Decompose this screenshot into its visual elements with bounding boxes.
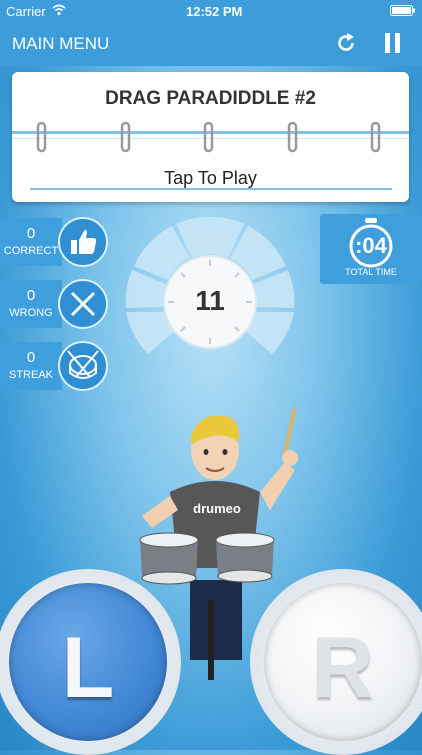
top-bar: Carrier 12:52 PM MAIN MENU: [0, 0, 422, 66]
drum-icon: [58, 341, 108, 391]
exercise-title: DRAG PARADIDDLE #2: [105, 88, 316, 109]
wrong-count: 0: [26, 287, 36, 304]
battery-icon: [390, 5, 415, 16]
shirt-logo-text: drumeo: [193, 501, 241, 516]
clock: 12:52 PM: [186, 4, 243, 19]
restart-icon[interactable]: [334, 31, 358, 55]
x-icon: [58, 279, 108, 329]
correct-stat: 0 CORRECT: [0, 217, 110, 267]
thumbs-up-icon: [58, 217, 108, 267]
streak-stat: 0 STREAK: [0, 341, 110, 391]
wrong-stat: 0 WRONG: [0, 279, 110, 329]
correct-label: CORRECT: [3, 245, 59, 257]
correct-count: 0: [26, 225, 36, 242]
carrier-label: Carrier: [6, 4, 46, 19]
main-menu-button[interactable]: MAIN MENU: [12, 34, 109, 54]
pause-icon[interactable]: [383, 32, 403, 54]
total-time-label: TOTAL TIME: [345, 267, 397, 277]
left-pad-label: L: [61, 620, 115, 716]
total-time-value: :04: [355, 233, 387, 258]
notation-staff: [12, 121, 409, 153]
exercise-card[interactable]: DRAG PARADIDDLE #2 Tap To Play: [12, 72, 409, 202]
progress-line: [30, 188, 392, 190]
tap-to-play-button[interactable]: Tap To Play: [12, 168, 409, 189]
countdown-number: 11: [195, 285, 225, 316]
streak-label: STREAK: [8, 369, 53, 381]
wifi-icon: [52, 4, 66, 16]
left-pad-button[interactable]: L: [9, 583, 167, 741]
total-time-panel: :04 TOTAL TIME: [320, 214, 422, 284]
wrong-label: WRONG: [9, 307, 53, 319]
right-pad-button[interactable]: R: [264, 583, 422, 741]
streak-count: 0: [26, 349, 36, 366]
right-pad-label: R: [311, 620, 375, 716]
